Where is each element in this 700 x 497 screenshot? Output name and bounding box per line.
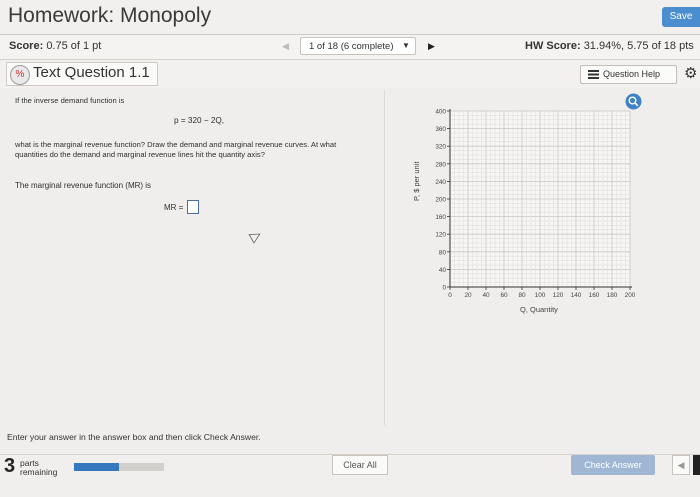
progress-fill <box>74 463 119 471</box>
parts-count: 3 <box>4 455 16 477</box>
score-text: Score: 0.75 of 1 pt <box>9 40 101 52</box>
list-icon <box>588 70 599 79</box>
hw-score-value: 31.94%, 5.75 of 18 pts <box>583 40 694 52</box>
mr-label: MR = <box>164 203 184 212</box>
x-tick-label: 0 <box>448 292 452 299</box>
previous-question-icon[interactable]: ◀ <box>282 41 289 52</box>
next-question-icon[interactable]: ▶ <box>428 41 435 52</box>
clear-all-button[interactable]: Clear All <box>332 455 388 475</box>
y-tick-label: 320 <box>435 144 446 151</box>
question-select[interactable]: 1 of 18 (6 complete) <box>300 37 416 55</box>
save-button[interactable]: Save <box>662 7 700 27</box>
y-tick-label: 240 <box>435 179 446 186</box>
check-answer-button[interactable]: Check Answer <box>571 455 655 475</box>
question-title: Text Question 1.1 <box>33 64 150 81</box>
x-tick-label: 100 <box>535 292 546 299</box>
y-tick-label: 0 <box>442 285 446 292</box>
parts-label-line-2: remaining <box>20 467 58 477</box>
app-title: Homework: Monopoly <box>8 4 212 27</box>
question-intro: If the inverse demand function is <box>15 96 125 105</box>
x-tick-label: 180 <box>607 292 618 299</box>
y-tick-label: 360 <box>435 126 446 133</box>
y-tick-label: 200 <box>435 197 446 204</box>
y-tick-label: 120 <box>435 232 446 239</box>
back-arrow-icon[interactable]: ◀ <box>672 455 690 475</box>
y-tick-label: 400 <box>435 109 446 116</box>
y-tick-label: 40 <box>439 267 447 274</box>
y-tick-label: 160 <box>435 214 446 221</box>
x-tick-label: 160 <box>589 292 600 299</box>
demand-equation: p = 320 − 2Q, <box>174 116 225 125</box>
x-tick-label: 80 <box>518 292 526 299</box>
window-edge <box>693 455 700 475</box>
x-tick-label: 200 <box>625 292 636 299</box>
mr-prompt: The marginal revenue function (MR) is <box>15 181 152 190</box>
hw-score: HW Score: 31.94%, 5.75 of 18 pts <box>525 40 694 52</box>
partial-credit-icon: % <box>10 65 30 85</box>
x-tick-label: 20 <box>464 292 472 299</box>
x-tick-label: 140 <box>571 292 582 299</box>
score-label: Score: <box>9 40 44 52</box>
x-axis-label: Q, Quantity <box>520 305 558 314</box>
gear-icon[interactable]: ⚙ <box>684 64 697 82</box>
mr-answer-input[interactable] <box>187 200 199 214</box>
graph-area[interactable]: 0 40 80 120 160 200 240 280 320 360 400 0 20 40 60 80 10… <box>416 103 656 323</box>
y-axis-label: P, $ per unit <box>412 161 421 201</box>
y-tick-label: 80 <box>439 249 447 256</box>
x-tick-label: 60 <box>500 292 508 299</box>
column-divider <box>384 90 385 425</box>
x-tick-label: 120 <box>553 292 564 299</box>
chevron-down-icon[interactable]: ▼ <box>402 41 410 50</box>
x-tick-label: 40 <box>482 292 490 299</box>
question-prompt: what is the marginal revenue function? D… <box>15 140 337 159</box>
y-tick-label: 280 <box>435 161 446 168</box>
instructions: Enter your answer in the answer box and … <box>7 432 261 442</box>
parts-label: parts remaining <box>20 459 57 477</box>
hw-score-label: HW Score: <box>525 40 581 52</box>
score-value: 0.75 of 1 pt <box>46 40 102 52</box>
